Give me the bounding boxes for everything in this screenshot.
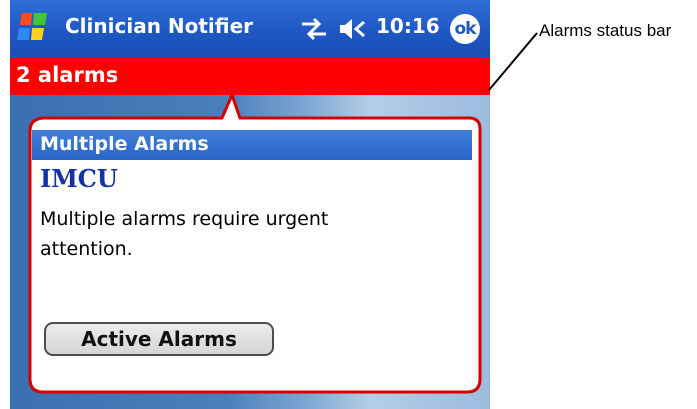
active-alarms-button[interactable]: Active Alarms	[44, 322, 274, 356]
unit-name: IMCU	[40, 164, 118, 193]
notification-message: Multiple alarms require urgent attention…	[40, 208, 329, 260]
notification-header: Multiple Alarms	[32, 130, 472, 160]
notification-body: IMCU Multiple alarms require urgent atte…	[32, 160, 472, 375]
notification-title: Multiple Alarms	[40, 133, 209, 155]
callout-label: Alarms status bar	[539, 21, 672, 40]
device-screen: Clinician Notifier 10:16 ok 2 alarms Mul…	[10, 0, 490, 409]
